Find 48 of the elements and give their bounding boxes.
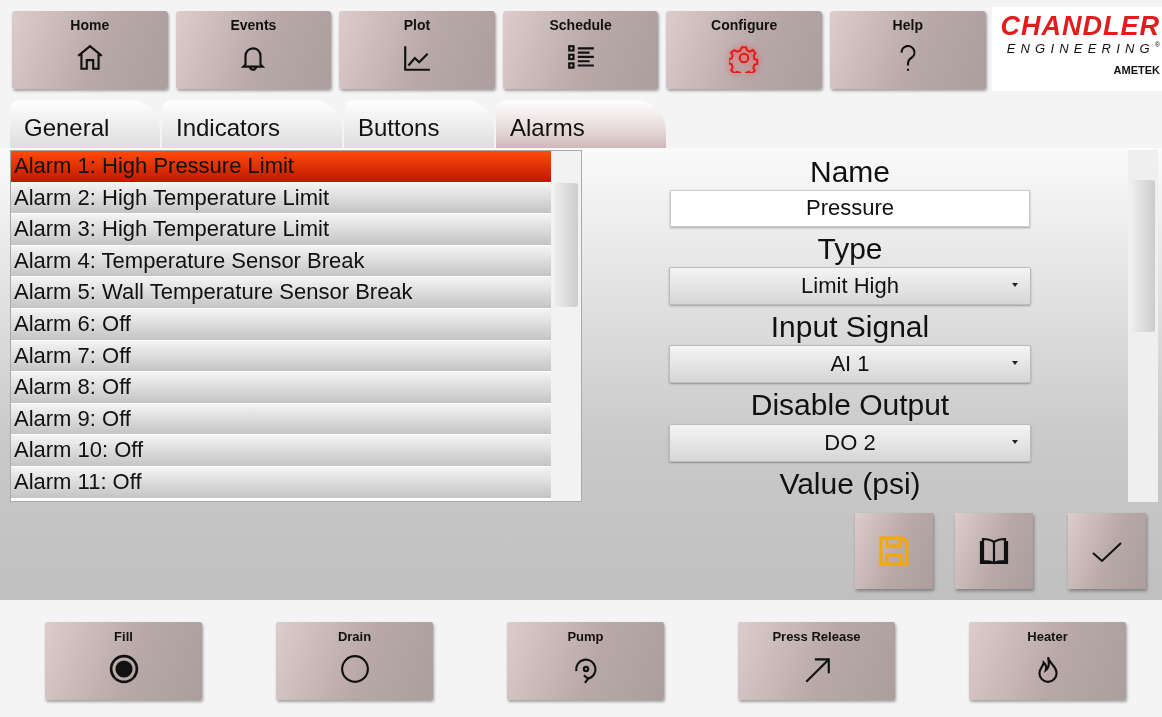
alarm-list-item[interactable]: Alarm 11: Off <box>11 466 551 499</box>
field-label: Disable Output <box>750 387 950 424</box>
control-button[interactable]: Pump <box>507 622 664 700</box>
alarm-list-item[interactable]: Alarm 10: Off <box>11 435 551 467</box>
alarm-list-item[interactable]: Alarm 2: High Temperature Limit <box>11 182 551 215</box>
nav-button[interactable]: Help <box>829 11 986 89</box>
circle-icon <box>339 654 370 684</box>
scrollbar[interactable] <box>1128 150 1158 502</box>
alarm-list-item[interactable]: Alarm 9: Off <box>11 403 551 436</box>
book-icon <box>978 535 1010 567</box>
nav-button[interactable]: Configure <box>666 11 822 89</box>
alarm-list-item[interactable]: Alarm 4: Temperature Sensor Break <box>11 245 551 278</box>
tab[interactable]: Buttons <box>344 100 494 148</box>
dropdown[interactable]: Limit High <box>669 266 1031 305</box>
alarm-list-item[interactable]: Alarm 8: Off <box>11 372 551 404</box>
alarm-list-item[interactable]: Alarm 3: High Temperature Limit <box>11 214 551 246</box>
control-button[interactable]: Press Release <box>738 622 895 700</box>
alarm-list-item[interactable]: Alarm 6: Off <box>11 308 551 341</box>
control-button[interactable]: Heater <box>969 622 1126 700</box>
field-label: Type <box>817 230 883 267</box>
alarm-list-item[interactable]: Alarm 1: High Pressure Limit <box>11 151 551 183</box>
control-button[interactable]: Drain <box>276 622 433 700</box>
dropdown[interactable]: DO 2 <box>669 423 1031 462</box>
confirm-button[interactable] <box>1068 513 1146 589</box>
gear-icon <box>729 43 760 73</box>
field-label: Input Signal <box>770 309 930 345</box>
tab[interactable]: General <box>10 100 160 148</box>
filled-circle-icon <box>108 654 139 684</box>
tab[interactable]: Alarms <box>496 100 666 148</box>
tab[interactable]: Indicators <box>162 100 342 148</box>
alarm-list-item[interactable]: Alarm 7: Off <box>11 340 551 373</box>
dropdown[interactable]: AI 1 <box>669 345 1031 384</box>
line-chart-icon <box>402 43 432 73</box>
control-button[interactable]: Fill <box>45 622 202 700</box>
name-field[interactable]: Pressure <box>670 190 1030 227</box>
nav-button[interactable]: Events <box>175 11 332 89</box>
nav-button[interactable]: Plot <box>339 11 495 89</box>
caret-icon <box>1012 438 1018 445</box>
nav-button[interactable]: Home <box>12 11 168 89</box>
alarm-list-item[interactable]: Alarm 5: Wall Temperature Sensor Break <box>11 277 551 309</box>
save-button[interactable] <box>855 513 933 589</box>
scrollbar[interactable] <box>551 151 581 501</box>
caret-icon <box>1012 281 1018 288</box>
field-label: Value (psi) <box>779 465 921 502</box>
caret-icon <box>1012 360 1018 367</box>
nav-button[interactable]: Schedule <box>502 11 659 89</box>
manual-button[interactable] <box>955 513 1033 589</box>
field-label: Name <box>810 154 890 190</box>
